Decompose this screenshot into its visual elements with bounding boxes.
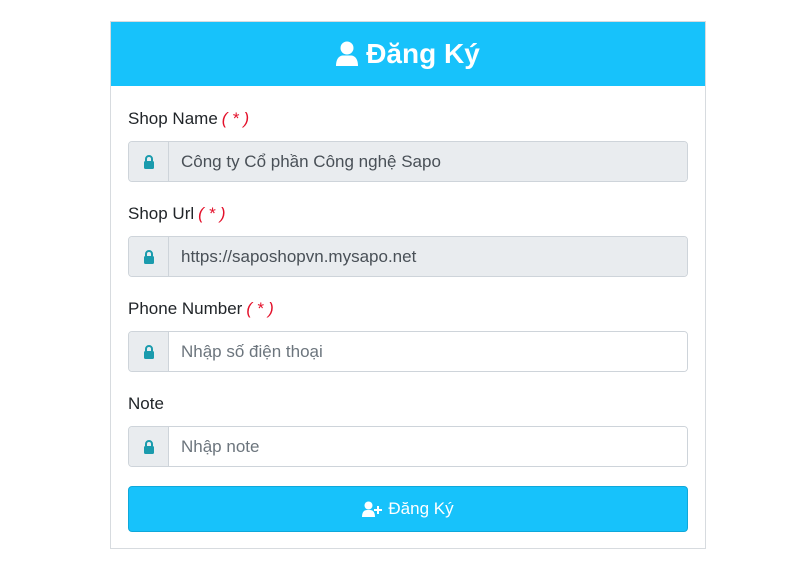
register-card: Đăng Ký Shop Name( * ) Shop Url( * ): [110, 21, 706, 549]
user-plus-icon: [362, 501, 383, 517]
shop-url-label: Shop Url( * ): [128, 204, 226, 224]
required-mark: ( * ): [221, 109, 250, 128]
phone-input-group: [128, 331, 688, 372]
shop-name-label: Shop Name( * ): [128, 109, 249, 129]
shop-name-input-group: [128, 141, 688, 182]
note-label-text: Note: [128, 394, 164, 413]
lock-icon: [129, 332, 169, 371]
lock-icon: [129, 142, 169, 181]
shop-name-input[interactable]: [169, 142, 687, 181]
lock-icon: [129, 237, 169, 276]
shop-url-input[interactable]: [169, 237, 687, 276]
phone-label: Phone Number( * ): [128, 299, 274, 319]
required-mark: ( * ): [198, 204, 226, 223]
register-button-label: Đăng Ký: [388, 499, 454, 518]
note-input[interactable]: [169, 427, 687, 466]
lock-icon: [129, 427, 169, 466]
note-input-group: [128, 426, 688, 467]
shop-name-label-text: Shop Name: [128, 109, 218, 128]
shop-url-label-text: Shop Url: [128, 204, 195, 223]
shop-url-input-group: [128, 236, 688, 277]
required-mark: ( * ): [246, 299, 274, 318]
phone-label-text: Phone Number: [128, 299, 243, 318]
user-icon: [336, 41, 359, 67]
phone-input[interactable]: [169, 332, 687, 371]
card-header: Đăng Ký: [111, 22, 705, 86]
page-title: Đăng Ký: [366, 38, 480, 69]
register-button[interactable]: Đăng Ký: [128, 486, 688, 532]
note-label: Note: [128, 394, 164, 414]
